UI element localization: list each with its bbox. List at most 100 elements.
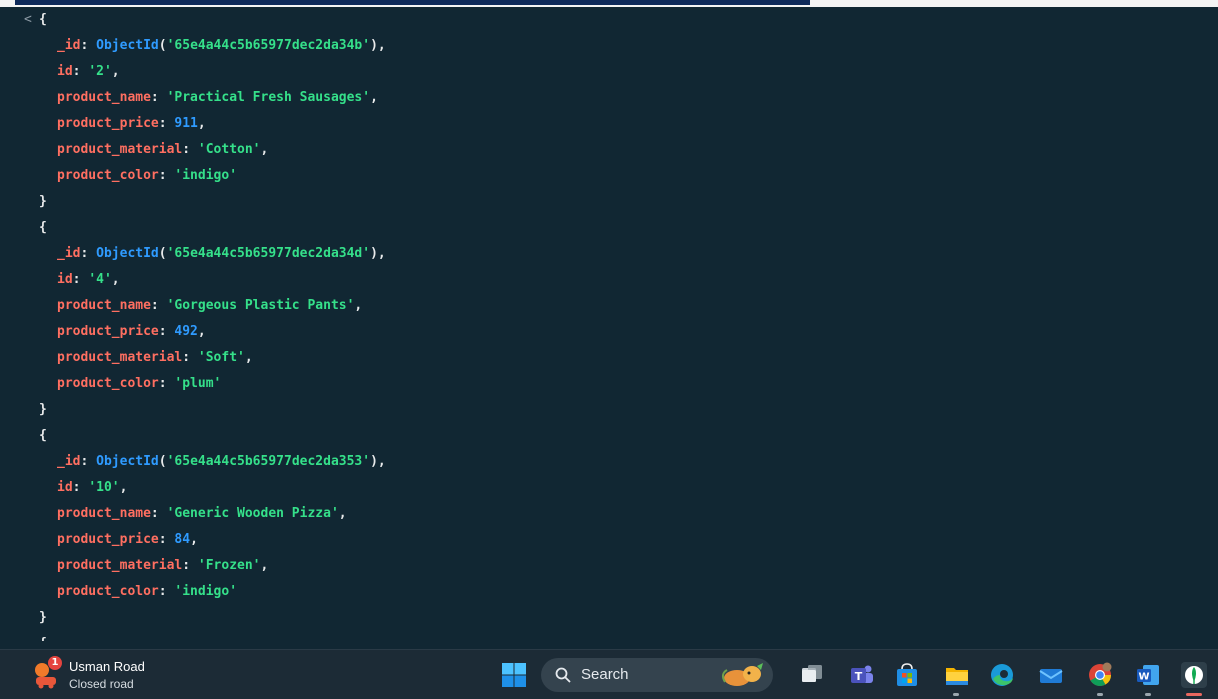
mongo-shell-output: <{_id: ObjectId('65e4a44c5b65977dec2da34… <box>0 7 1218 649</box>
field-key: _id <box>57 454 81 469</box>
explorer-running-indicator <box>953 693 959 696</box>
console-line: <{ <box>24 7 47 33</box>
task-view-icon[interactable] <box>798 661 826 689</box>
field-key: _id <box>57 246 81 261</box>
microsoft-store-icon[interactable] <box>893 661 921 689</box>
field-key: id <box>57 480 73 495</box>
objectid-value: '65e4a44c5b65977dec2da34d' <box>166 246 371 261</box>
string-value: 'Soft' <box>197 350 245 365</box>
compass-active-indicator <box>1186 693 1202 696</box>
weather-title: Usman Road <box>69 659 145 674</box>
paren-comma: ), <box>370 454 386 469</box>
objectid-function: ObjectId <box>96 246 159 261</box>
console-line: product_material: 'Cotton', <box>57 137 268 163</box>
svg-text:T: T <box>855 670 863 683</box>
console-line: product_price: 492, <box>57 319 206 345</box>
comma: , <box>111 64 120 79</box>
field-key: product_material <box>57 558 183 573</box>
colon: : <box>80 38 97 53</box>
field-key: product_color <box>57 376 159 391</box>
console-line: _id: ObjectId('65e4a44c5b65977dec2da353'… <box>57 449 386 475</box>
weather-subtitle: Closed road <box>69 677 134 691</box>
field-key: id <box>57 272 73 287</box>
colon: : <box>158 532 175 547</box>
field-key: product_price <box>57 532 159 547</box>
console-line: id: '4', <box>57 267 120 293</box>
field-key: product_material <box>57 350 183 365</box>
chrome-running-indicator <box>1097 693 1103 696</box>
word-icon[interactable]: W <box>1134 661 1162 689</box>
comma: , <box>111 272 120 287</box>
file-explorer-icon[interactable] <box>943 661 971 689</box>
paren: ( <box>158 454 167 469</box>
paren-comma: ), <box>370 246 386 261</box>
colon: : <box>182 350 198 365</box>
comma: , <box>260 142 269 157</box>
field-key: product_name <box>57 90 151 105</box>
comma: , <box>354 298 363 313</box>
window-top-edge <box>0 0 1218 7</box>
console-line: product_material: 'Frozen', <box>57 553 268 579</box>
chrome-icon[interactable] <box>1086 661 1114 689</box>
colon: : <box>182 142 198 157</box>
objectid-value: '65e4a44c5b65977dec2da353' <box>166 454 371 469</box>
string-value: '4' <box>88 272 112 287</box>
colon: : <box>150 298 167 313</box>
colon: : <box>158 584 175 599</box>
close-brace: } <box>39 610 47 625</box>
string-value: 'Practical Fresh Sausages' <box>166 90 371 105</box>
colon: : <box>158 376 175 391</box>
comma: , <box>197 116 206 131</box>
mongodb-compass-icon[interactable] <box>1180 661 1208 689</box>
field-key: product_price <box>57 324 159 339</box>
number-value: 911 <box>174 116 198 131</box>
colon: : <box>72 272 89 287</box>
colon: : <box>72 64 89 79</box>
string-value: 'Cotton' <box>197 142 261 157</box>
console-line: product_price: 911, <box>57 111 206 137</box>
string-value: 'Gorgeous Plastic Pants' <box>166 298 355 313</box>
paren-comma: ), <box>370 38 386 53</box>
comma: , <box>338 506 347 521</box>
field-key: product_color <box>57 168 159 183</box>
open-brace: { <box>39 428 47 443</box>
word-running-indicator <box>1145 693 1151 696</box>
windows-start-icon[interactable] <box>500 661 528 689</box>
colon: : <box>182 558 198 573</box>
field-key: _id <box>57 38 81 53</box>
edge-icon[interactable] <box>988 661 1016 689</box>
taskbar-search[interactable]: Search <box>541 658 773 692</box>
field-key: product_name <box>57 506 151 521</box>
colon: : <box>80 246 97 261</box>
title-accent-bar <box>15 0 810 5</box>
console-line: id: '2', <box>57 59 120 85</box>
console-line: product_name: 'Generic Wooden Pizza', <box>57 501 347 527</box>
comma: , <box>190 532 198 547</box>
console-line: product_color: 'plum' <box>57 371 221 397</box>
string-value: 'Generic Wooden Pizza' <box>166 506 339 521</box>
weather-widget[interactable]: 1 Usman Road Closed road <box>34 656 164 694</box>
field-key: product_material <box>57 142 183 157</box>
colon: : <box>80 454 97 469</box>
console-line: _id: ObjectId('65e4a44c5b65977dec2da34b'… <box>57 33 386 59</box>
console-line: _id: ObjectId('65e4a44c5b65977dec2da34d'… <box>57 241 386 267</box>
objectid-function: ObjectId <box>96 454 159 469</box>
mail-icon[interactable] <box>1037 661 1065 689</box>
svg-text:W: W <box>1138 672 1149 683</box>
console-line: product_name: 'Practical Fresh Sausages'… <box>57 85 378 111</box>
open-brace: { <box>39 12 47 27</box>
objectid-value: '65e4a44c5b65977dec2da34b' <box>166 38 371 53</box>
number-value: 84 <box>174 532 191 547</box>
teams-icon[interactable]: T <box>848 661 876 689</box>
close-brace: } <box>39 402 47 417</box>
console-line: product_price: 84, <box>57 527 198 553</box>
paren: ( <box>158 246 167 261</box>
string-value: '2' <box>88 64 112 79</box>
console-line-cutoff: { <box>39 631 47 641</box>
console-line: } <box>39 605 47 631</box>
colon: : <box>158 168 175 183</box>
string-value: 'Frozen' <box>197 558 261 573</box>
field-key: product_price <box>57 116 159 131</box>
search-icon <box>555 667 571 683</box>
open-brace: { <box>39 220 47 235</box>
